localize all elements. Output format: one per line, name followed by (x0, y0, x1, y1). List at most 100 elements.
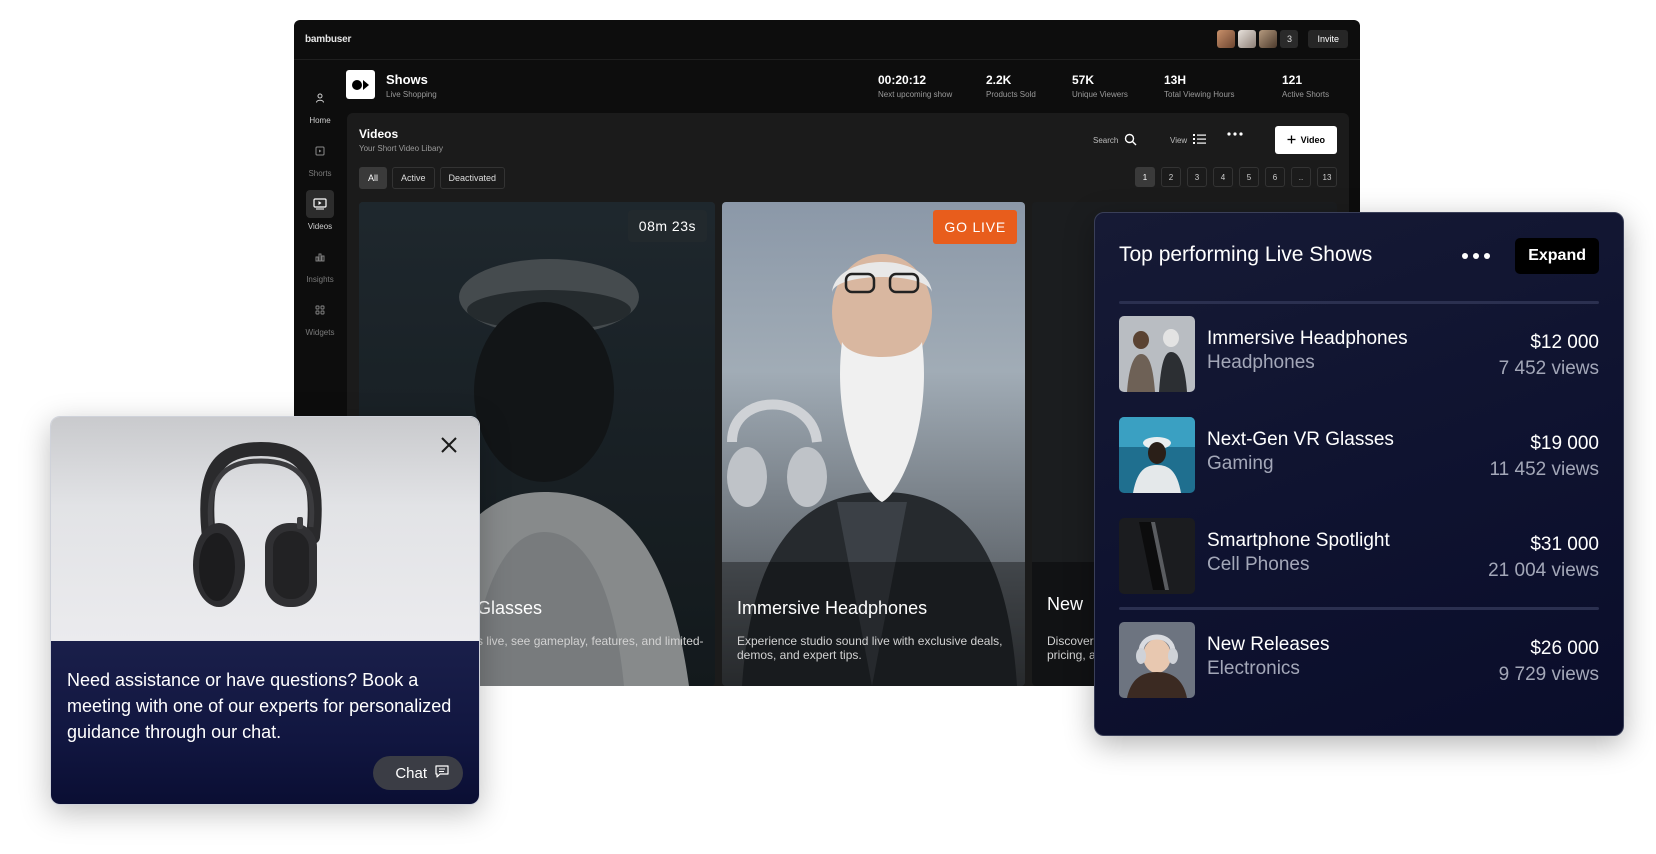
stat-value: 2.2K (986, 73, 1012, 87)
plus-icon (1287, 135, 1296, 146)
stage: bambuser 3 Invite Home Shorts Videos Ins… (0, 0, 1656, 854)
shows-logo-icon (346, 70, 375, 99)
page-ellipsis[interactable]: .. (1291, 167, 1311, 187)
show-thumbnail (1119, 622, 1195, 698)
video-description: s live, see gameplay, features, and limi… (477, 634, 704, 648)
duration-badge: 08m 23s (627, 210, 707, 242)
show-views: 21 004 views (1488, 560, 1599, 581)
page-button[interactable]: 4 (1213, 167, 1233, 187)
show-revenue: $19 000 (1530, 433, 1599, 454)
stat-viewing-hours: 13H Total Viewing Hours (1164, 73, 1235, 99)
list-view-icon (1193, 133, 1207, 147)
filter-deactivated[interactable]: Deactivated (439, 167, 506, 189)
shows-header: Shows Live Shopping 00:20:12 Next upcomi… (346, 68, 1360, 112)
show-thumbnail (1119, 417, 1195, 493)
top-bar: bambuser 3 Invite (294, 20, 1360, 60)
page-button[interactable]: 5 (1239, 167, 1259, 187)
headphones-image (193, 441, 322, 607)
collaborators: 3 Invite (1217, 30, 1348, 48)
sidebar-item-home[interactable]: Home (294, 84, 346, 125)
chat-button-label: Chat (395, 764, 427, 782)
chat-message-area: Need assistance or have questions? Book … (51, 641, 479, 804)
product-image-area (51, 417, 479, 641)
shorts-icon (306, 137, 334, 165)
video-card[interactable]: GO LIVE Immersive Headphones Experience … (722, 202, 1025, 686)
chat-bubble-icon (435, 764, 449, 782)
sidebar-item-shorts[interactable]: Shorts (294, 137, 346, 178)
stat-next-show: 00:20:12 Next upcoming show (878, 73, 952, 99)
video-title: Glasses (477, 598, 543, 618)
avatar[interactable] (1238, 30, 1257, 48)
search-button[interactable]: Search (1093, 133, 1137, 148)
chat-popup: Need assistance or have questions? Book … (50, 416, 480, 805)
stat-label: Next upcoming show (878, 90, 953, 99)
chat-button[interactable]: Chat (373, 756, 463, 790)
go-live-button[interactable]: GO LIVE (933, 210, 1017, 244)
invite-button[interactable]: Invite (1308, 30, 1348, 48)
page-button[interactable]: 2 (1161, 167, 1181, 187)
sidebar-item-label: Widgets (305, 328, 335, 337)
page-button[interactable]: 1 (1135, 167, 1155, 187)
show-category: Headphones (1207, 352, 1315, 373)
expand-button[interactable]: Expand (1515, 238, 1599, 274)
page-button[interactable]: 13 (1317, 167, 1337, 187)
stat-label: Total Viewing Hours (1164, 90, 1235, 99)
video-icon (306, 190, 334, 218)
list-item[interactable]: Smartphone Spotlight Cell Phones $31 000… (1119, 518, 1599, 594)
show-revenue: $31 000 (1530, 534, 1599, 555)
page-title: Shows (386, 72, 428, 87)
show-name: Next-Gen VR Glasses (1207, 429, 1394, 450)
sidebar-item-label: Videos (307, 222, 333, 231)
video-description: Experience studio sound live with exclus… (737, 634, 1003, 662)
show-category: Electronics (1207, 658, 1300, 679)
panel-title: Top performing Live Shows (1119, 243, 1373, 266)
sidebar-item-videos[interactable]: Videos (294, 190, 346, 231)
view-toggle-button[interactable]: View (1170, 133, 1207, 147)
show-views: 11 452 views (1489, 459, 1600, 480)
list-item[interactable]: New Releases Electronics $26 000 9 729 v… (1119, 622, 1599, 698)
section-subtitle: Your Short Video Libary (359, 144, 444, 153)
show-revenue: $26 000 (1530, 638, 1599, 659)
more-options-icon[interactable] (1461, 245, 1491, 267)
sidebar-item-insights[interactable]: Insights (294, 243, 346, 284)
user-icon (306, 84, 334, 112)
filter-tabs: All Active Deactivated (359, 167, 506, 189)
show-name: Immersive Headphones (1207, 328, 1408, 349)
show-thumbnail (1119, 518, 1195, 594)
search-label: Search (1093, 136, 1119, 145)
stat-label: Active Shorts (1282, 90, 1330, 99)
list-item[interactable]: Immersive Headphones Headphones $12 000 … (1119, 316, 1599, 392)
avatar-count[interactable]: 3 (1280, 30, 1299, 48)
sidebar-item-label: Shorts (308, 169, 332, 178)
more-options-icon[interactable] (1227, 132, 1243, 136)
divider (1119, 607, 1599, 610)
list-item[interactable]: Next-Gen VR Glasses Gaming $19 000 11 45… (1119, 417, 1599, 493)
show-thumbnail (1119, 316, 1195, 392)
stat-value: 121 (1282, 73, 1303, 87)
stat-label: Unique Viewers (1072, 90, 1128, 99)
divider (1119, 301, 1599, 304)
show-name: New Releases (1207, 634, 1330, 655)
pagination: 1 2 3 4 5 6 .. 13 (1135, 167, 1337, 187)
stat-unique-viewers: 57K Unique Viewers (1072, 73, 1128, 99)
show-views: 9 729 views (1498, 664, 1599, 685)
page-button[interactable]: 3 (1187, 167, 1207, 187)
show-name: Smartphone Spotlight (1207, 530, 1390, 551)
close-icon[interactable] (437, 433, 461, 457)
brand-logo: bambuser (305, 34, 352, 45)
stat-value: 13H (1164, 73, 1187, 87)
avatar[interactable] (1217, 30, 1236, 48)
page-subtitle: Live Shopping (386, 90, 437, 99)
video-title: New (1047, 594, 1084, 614)
filter-active[interactable]: Active (392, 167, 435, 189)
chart-icon (306, 243, 334, 271)
filter-all[interactable]: All (359, 167, 388, 189)
chat-message: Need assistance or have questions? Book … (67, 670, 452, 742)
avatar[interactable] (1259, 30, 1278, 48)
add-video-button[interactable]: Video (1274, 126, 1337, 154)
show-revenue: $12 000 (1530, 332, 1599, 353)
stat-value: 00:20:12 (878, 73, 927, 87)
widgets-icon (306, 296, 334, 324)
page-button[interactable]: 6 (1265, 167, 1285, 187)
sidebar-item-widgets[interactable]: Widgets (294, 296, 346, 337)
